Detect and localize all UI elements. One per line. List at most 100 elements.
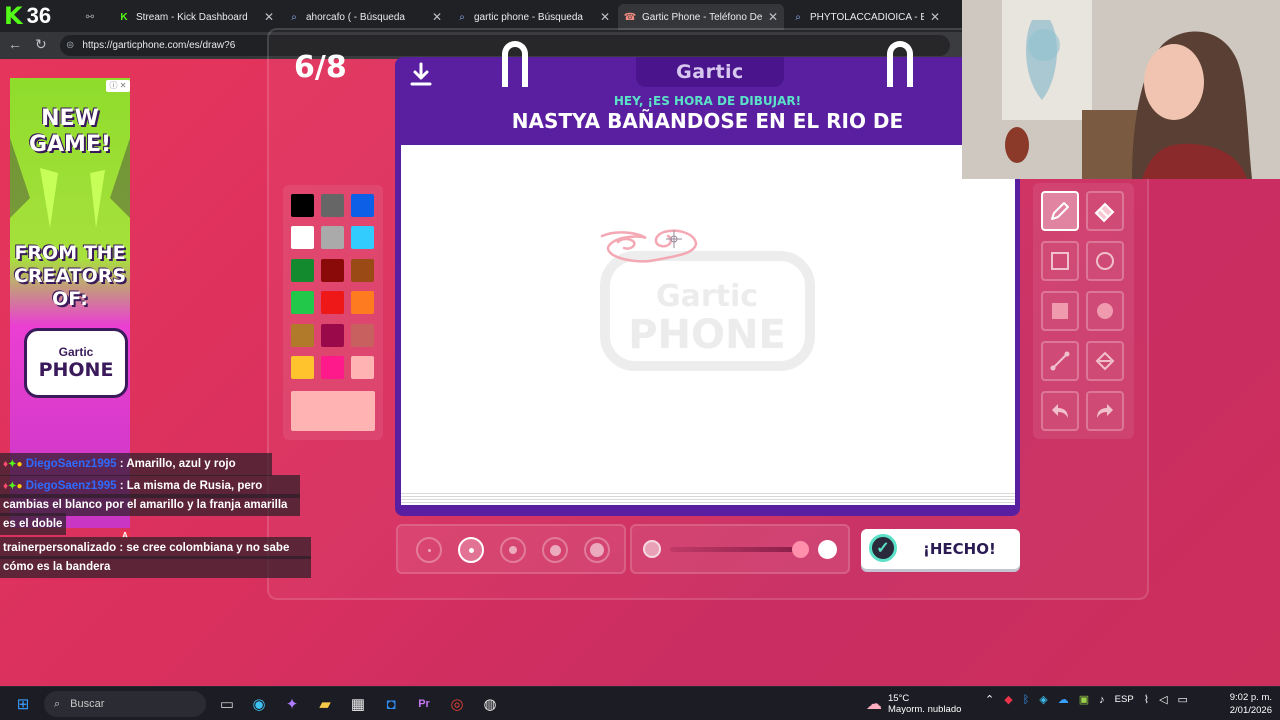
notebook-page-edge xyxy=(401,491,1015,505)
close-tab-icon[interactable]: ✕ xyxy=(768,10,778,24)
tab-search-phytolacca[interactable]: ⌕ PHYTOLACCADIOICA - Búsque ✕ xyxy=(786,4,946,30)
site-info-icon[interactable]: ⊜ xyxy=(66,40,74,51)
obs-icon[interactable]: ◍ xyxy=(479,693,501,715)
brush-size-button[interactable] xyxy=(542,537,568,563)
coin-badge-icon: ● xyxy=(16,481,23,492)
security-icon[interactable]: ◈ xyxy=(1039,693,1047,706)
wifi-icon[interactable]: ⌇ xyxy=(1144,693,1149,706)
microphone-icon[interactable]: ♪ xyxy=(1099,694,1105,706)
close-tab-icon[interactable]: ✕ xyxy=(264,10,274,24)
phone-icon: ☎ xyxy=(623,11,637,23)
color-swatch[interactable] xyxy=(321,356,344,379)
chat-username[interactable]: trainerpersonalizado xyxy=(3,542,116,554)
reload-icon[interactable]: ↻ xyxy=(35,36,47,53)
line-tool[interactable] xyxy=(1041,341,1079,381)
notebook-ring-right xyxy=(887,41,913,87)
tab-search-ahorcafo[interactable]: ⌕ ahorcafo ( - Búsqueda ✕ xyxy=(282,4,448,30)
language-indicator[interactable]: ESP xyxy=(1115,694,1134,705)
close-tab-icon[interactable]: ✕ xyxy=(432,10,442,24)
color-swatch[interactable] xyxy=(291,356,314,379)
color-swatch[interactable] xyxy=(291,259,314,282)
color-swatch[interactable] xyxy=(351,259,374,282)
pink-doodle-stroke xyxy=(600,229,698,263)
circle-fill-tool[interactable] xyxy=(1086,291,1124,331)
tab-kick-dashboard[interactable]: K Stream - Kick Dashboard ✕ xyxy=(112,4,280,30)
shield-icon[interactable]: ◆ xyxy=(1004,693,1012,706)
copilot-icon[interactable]: ✦ xyxy=(281,693,303,715)
tab-extension[interactable]: ⚯ xyxy=(78,4,108,30)
sparkle-badge-icon: ✦ xyxy=(8,481,17,492)
windows-start-icon[interactable]: ⊞ xyxy=(12,693,34,715)
color-swatch[interactable] xyxy=(351,226,374,249)
color-swatch[interactable] xyxy=(321,194,344,217)
chat-text: : Amarillo, azul y rojo xyxy=(119,458,236,470)
tray-chevron-up-icon[interactable]: ⌃ xyxy=(985,693,994,706)
chat-text: : se cree colombiana y no sabe xyxy=(119,542,290,554)
kick-icon: K xyxy=(120,11,128,23)
volume-icon[interactable]: ◁ xyxy=(1159,693,1167,706)
back-arrow-icon[interactable]: ← xyxy=(8,36,22,52)
color-swatch[interactable] xyxy=(291,226,314,249)
brush-size-button[interactable] xyxy=(458,537,484,563)
opacity-slider-track[interactable] xyxy=(670,547,800,552)
pencil-tool[interactable] xyxy=(1041,191,1079,231)
store-icon[interactable]: ▦ xyxy=(347,693,369,715)
watermark-bottom-text: PHONE xyxy=(628,312,786,358)
tab-search-gartic[interactable]: ⌕ gartic phone - Búsqueda ✕ xyxy=(450,4,616,30)
search-icon: ⌕ xyxy=(795,11,801,23)
brush-size-button[interactable] xyxy=(584,537,610,563)
taskbar-search[interactable]: ⌕ Buscar xyxy=(44,691,206,717)
color-swatch[interactable] xyxy=(291,324,314,347)
color-swatch[interactable] xyxy=(321,324,344,347)
rectangle-fill-tool[interactable] xyxy=(1041,291,1079,331)
color-swatch[interactable] xyxy=(351,324,374,347)
file-explorer-icon[interactable]: ▰ xyxy=(314,693,336,715)
ad-info-icon[interactable]: ⓘ ✕ xyxy=(106,80,130,92)
taskbar-clock[interactable]: 9:02 p. m. 2/01/2026 xyxy=(1222,691,1272,717)
fill-bucket-tool[interactable] xyxy=(1086,341,1124,381)
tab-gartic-phone[interactable]: ☎ Gartic Phone - Teléfono Desco ✕ xyxy=(618,4,784,30)
undo-icon xyxy=(1052,404,1068,418)
color-swatch[interactable] xyxy=(291,291,314,314)
brush-size-button[interactable] xyxy=(500,537,526,563)
opacity-slider-handle[interactable] xyxy=(792,541,809,558)
chat-username[interactable]: DiegoSaenz1995 xyxy=(26,458,117,470)
close-tab-icon[interactable]: ✕ xyxy=(600,10,610,24)
chat-text: cómo es la bandera xyxy=(3,561,111,573)
onedrive-icon[interactable]: ☁ xyxy=(1058,693,1069,706)
opacity-max-icon xyxy=(818,540,837,559)
premiere-icon[interactable]: Pr xyxy=(413,693,435,715)
checkmark-icon: ✓ xyxy=(869,534,897,562)
search-icon: ⌕ xyxy=(54,697,61,710)
download-icon[interactable] xyxy=(408,60,434,90)
nvidia-icon[interactable]: ▣ xyxy=(1079,693,1089,706)
sparkle-badge-icon: ✦ xyxy=(8,459,17,470)
color-swatch[interactable] xyxy=(351,356,374,379)
edge-icon[interactable]: ◉ xyxy=(248,693,270,715)
circle-outline-tool[interactable] xyxy=(1086,241,1124,281)
undo-tool[interactable] xyxy=(1041,391,1079,431)
task-view-icon[interactable]: ▭ xyxy=(216,693,238,715)
rectangle-outline-icon xyxy=(1051,252,1069,270)
bluetooth-icon[interactable]: ᛒ xyxy=(1023,694,1030,706)
gartic-logo: Gartic xyxy=(636,57,784,87)
eraser-tool[interactable] xyxy=(1086,191,1124,231)
outlook-icon[interactable]: ◘ xyxy=(380,693,402,715)
ad-headline-1: NEW xyxy=(41,106,99,131)
color-swatch[interactable] xyxy=(321,291,344,314)
color-swatch[interactable] xyxy=(321,226,344,249)
color-swatch[interactable] xyxy=(291,194,314,217)
battery-icon[interactable]: ▭ xyxy=(1178,693,1188,706)
redo-tool[interactable] xyxy=(1086,391,1124,431)
color-swatch[interactable] xyxy=(321,259,344,282)
color-swatch[interactable] xyxy=(351,194,374,217)
url-text: https://garticphone.com/es/draw?6 xyxy=(82,40,236,51)
chrome-icon[interactable]: ◎ xyxy=(446,693,468,715)
brush-size-button[interactable] xyxy=(416,537,442,563)
weather-widget[interactable]: ☁ 15°C Mayorm. nublado xyxy=(866,690,961,718)
close-tab-icon[interactable]: ✕ xyxy=(930,10,940,24)
chat-username[interactable]: DiegoSaenz1995 xyxy=(26,480,117,492)
done-button[interactable]: ✓ ¡HECHO! xyxy=(861,529,1020,569)
rectangle-outline-tool[interactable] xyxy=(1041,241,1079,281)
color-swatch[interactable] xyxy=(351,291,374,314)
